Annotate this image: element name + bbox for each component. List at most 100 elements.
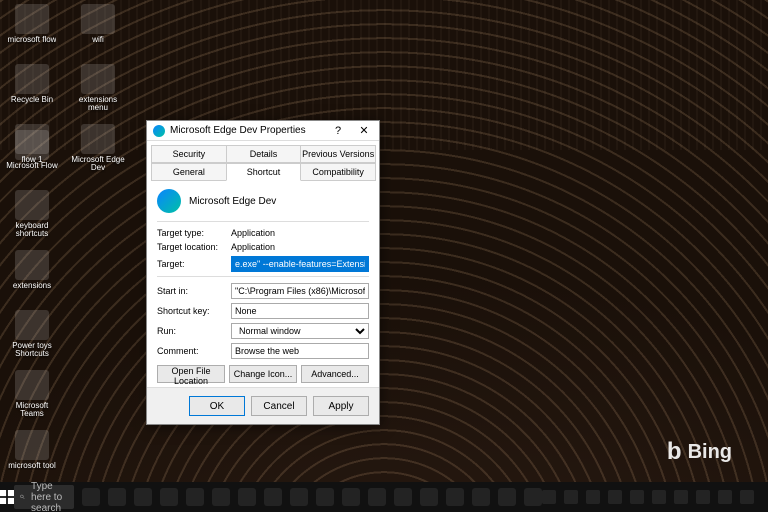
shortcutkey-label: Shortcut key: bbox=[157, 306, 225, 316]
desktop-icon-label: Recycle Bin bbox=[11, 96, 53, 104]
run-select[interactable]: Normal window bbox=[231, 323, 369, 339]
desktop-icon-power-toys[interactable]: Power toys Shortcuts bbox=[4, 310, 60, 364]
desktop-icon-label: Microsoft Teams bbox=[4, 402, 60, 419]
close-button[interactable]: ✕ bbox=[351, 122, 377, 140]
target-location-value: Application bbox=[231, 242, 369, 252]
ok-button[interactable]: OK bbox=[189, 396, 245, 416]
bing-icon: b bbox=[667, 438, 682, 466]
taskbar-app-17[interactable] bbox=[524, 488, 542, 506]
taskbar-app-9[interactable] bbox=[316, 488, 334, 506]
taskbar-app-14[interactable] bbox=[446, 488, 464, 506]
tray-icon-1[interactable] bbox=[564, 490, 578, 504]
desktop-icon-label: Microsoft Edge Dev bbox=[70, 156, 126, 173]
desktop-icon-extensions-2[interactable]: extensions bbox=[4, 250, 60, 304]
microsoft-flow-icon bbox=[15, 4, 49, 34]
tab-general[interactable]: General bbox=[151, 163, 227, 181]
edge-dev-icon bbox=[157, 189, 181, 213]
apply-button[interactable]: Apply bbox=[313, 396, 369, 416]
dialog-titlebar[interactable]: Microsoft Edge Dev Properties ? ✕ bbox=[147, 121, 379, 141]
tray-icon-5[interactable] bbox=[652, 490, 666, 504]
target-type-label: Target type: bbox=[157, 228, 225, 238]
taskbar-clock[interactable]: 10:37 AM 9/16/2019 bbox=[762, 487, 768, 507]
tab-previous-versions[interactable]: Previous Versions bbox=[300, 145, 376, 163]
tray-icon-7[interactable] bbox=[696, 490, 710, 504]
desktop-icon-extensions-menu[interactable]: extensions menu bbox=[70, 64, 126, 118]
system-tray: 10:37 AM 9/16/2019 bbox=[542, 487, 768, 507]
change-icon-button[interactable]: Change Icon... bbox=[229, 365, 297, 383]
taskbar-app-2[interactable] bbox=[134, 488, 152, 506]
taskbar-app-4[interactable] bbox=[186, 488, 204, 506]
properties-dialog: Microsoft Edge Dev Properties ? ✕ Securi… bbox=[146, 120, 380, 425]
microsoft-flow-doc-icon bbox=[15, 130, 49, 160]
tab-details[interactable]: Details bbox=[226, 145, 302, 163]
target-type-value: Application bbox=[231, 228, 369, 238]
search-icon bbox=[20, 491, 25, 503]
taskbar-app-11[interactable] bbox=[368, 488, 386, 506]
search-placeholder: Type here to search bbox=[31, 481, 68, 512]
desktop-icon-edge-dev-shortcut[interactable]: Microsoft Edge Dev bbox=[70, 124, 126, 178]
desktop-icon-microsoft-tool[interactable]: microsoft tool bbox=[4, 430, 60, 484]
edge-dev-shortcut-icon bbox=[81, 124, 115, 154]
startin-input[interactable] bbox=[231, 283, 369, 299]
power-toys-icon bbox=[15, 310, 49, 340]
desktop-icon-label: microsoft tool bbox=[8, 462, 56, 470]
windows-icon bbox=[0, 490, 14, 504]
shortcut-header: Microsoft Edge Dev bbox=[157, 189, 369, 213]
taskbar-search[interactable]: Type here to search bbox=[14, 485, 74, 509]
tab-strip: SecurityDetailsPrevious Versions General… bbox=[147, 141, 379, 181]
desktop-icon-label: Power toys Shortcuts bbox=[4, 342, 60, 359]
shortcutkey-input[interactable] bbox=[231, 303, 369, 319]
taskbar-app-10[interactable] bbox=[342, 488, 360, 506]
taskbar-app-13[interactable] bbox=[420, 488, 438, 506]
desktop-icon-wifi[interactable]: wifi bbox=[70, 4, 126, 58]
tray-icon-2[interactable] bbox=[586, 490, 600, 504]
tray-icon-3[interactable] bbox=[608, 490, 622, 504]
desktop-icons-column: Microsoft Flow keyboard shortcuts extensio… bbox=[4, 130, 64, 512]
microsoft-tool-icon bbox=[15, 430, 49, 460]
comment-input[interactable] bbox=[231, 343, 369, 359]
desktop-icon-label: extensions bbox=[13, 282, 51, 290]
taskbar-app-8[interactable] bbox=[290, 488, 308, 506]
advanced-button[interactable]: Advanced... bbox=[301, 365, 369, 383]
taskbar-app-16[interactable] bbox=[498, 488, 516, 506]
desktop-icon-recycle-bin[interactable]: Recycle Bin bbox=[4, 64, 60, 118]
startin-label: Start in: bbox=[157, 286, 225, 296]
desktop-icon-label: extensions menu bbox=[70, 96, 126, 113]
tray-icon-4[interactable] bbox=[630, 490, 644, 504]
tray-icon-6[interactable] bbox=[674, 490, 688, 504]
desktop-icon-microsoft-flow-doc[interactable]: Microsoft Flow bbox=[4, 130, 60, 184]
target-input[interactable] bbox=[231, 256, 369, 272]
desktop-icon-label: Microsoft Flow bbox=[6, 162, 58, 170]
desktop-icon-keyboard-shortcuts[interactable]: keyboard shortcuts bbox=[4, 190, 60, 244]
tab-shortcut[interactable]: Shortcut bbox=[226, 163, 302, 181]
desktop-icon-microsoft-teams[interactable]: Microsoft Teams bbox=[4, 370, 60, 424]
taskbar-pinned-apps bbox=[82, 488, 542, 506]
tray-icon-8[interactable] bbox=[718, 490, 732, 504]
desktop-icon-label: wifi bbox=[92, 36, 104, 44]
keyboard-shortcuts-icon bbox=[15, 190, 49, 220]
taskbar-app-7[interactable] bbox=[264, 488, 282, 506]
tab-security[interactable]: Security bbox=[151, 145, 227, 163]
start-button[interactable] bbox=[0, 482, 14, 512]
help-button[interactable]: ? bbox=[325, 122, 351, 140]
taskbar: Type here to search 10:37 AM 9/16/2019 bbox=[0, 482, 768, 512]
dialog-title: Microsoft Edge Dev Properties bbox=[170, 125, 325, 136]
taskbar-app-1[interactable] bbox=[108, 488, 126, 506]
tab-compatibility[interactable]: Compatibility bbox=[300, 163, 376, 181]
target-location-label: Target location: bbox=[157, 242, 225, 252]
taskbar-app-3[interactable] bbox=[160, 488, 178, 506]
taskbar-app-6[interactable] bbox=[238, 488, 256, 506]
taskbar-app-12[interactable] bbox=[394, 488, 412, 506]
taskbar-app-0[interactable] bbox=[82, 488, 100, 506]
tray-icon-0[interactable] bbox=[542, 490, 556, 504]
taskbar-app-5[interactable] bbox=[212, 488, 230, 506]
recycle-bin-icon bbox=[15, 64, 49, 94]
cancel-button[interactable]: Cancel bbox=[251, 396, 307, 416]
comment-label: Comment: bbox=[157, 346, 225, 356]
bing-watermark: b Bing bbox=[667, 438, 732, 466]
open-file-location-button[interactable]: Open File Location bbox=[157, 365, 225, 383]
microsoft-teams-icon bbox=[15, 370, 49, 400]
desktop-icon-microsoft-flow[interactable]: microsoft flow bbox=[4, 4, 60, 58]
taskbar-app-15[interactable] bbox=[472, 488, 490, 506]
tray-icon-9[interactable] bbox=[740, 490, 754, 504]
